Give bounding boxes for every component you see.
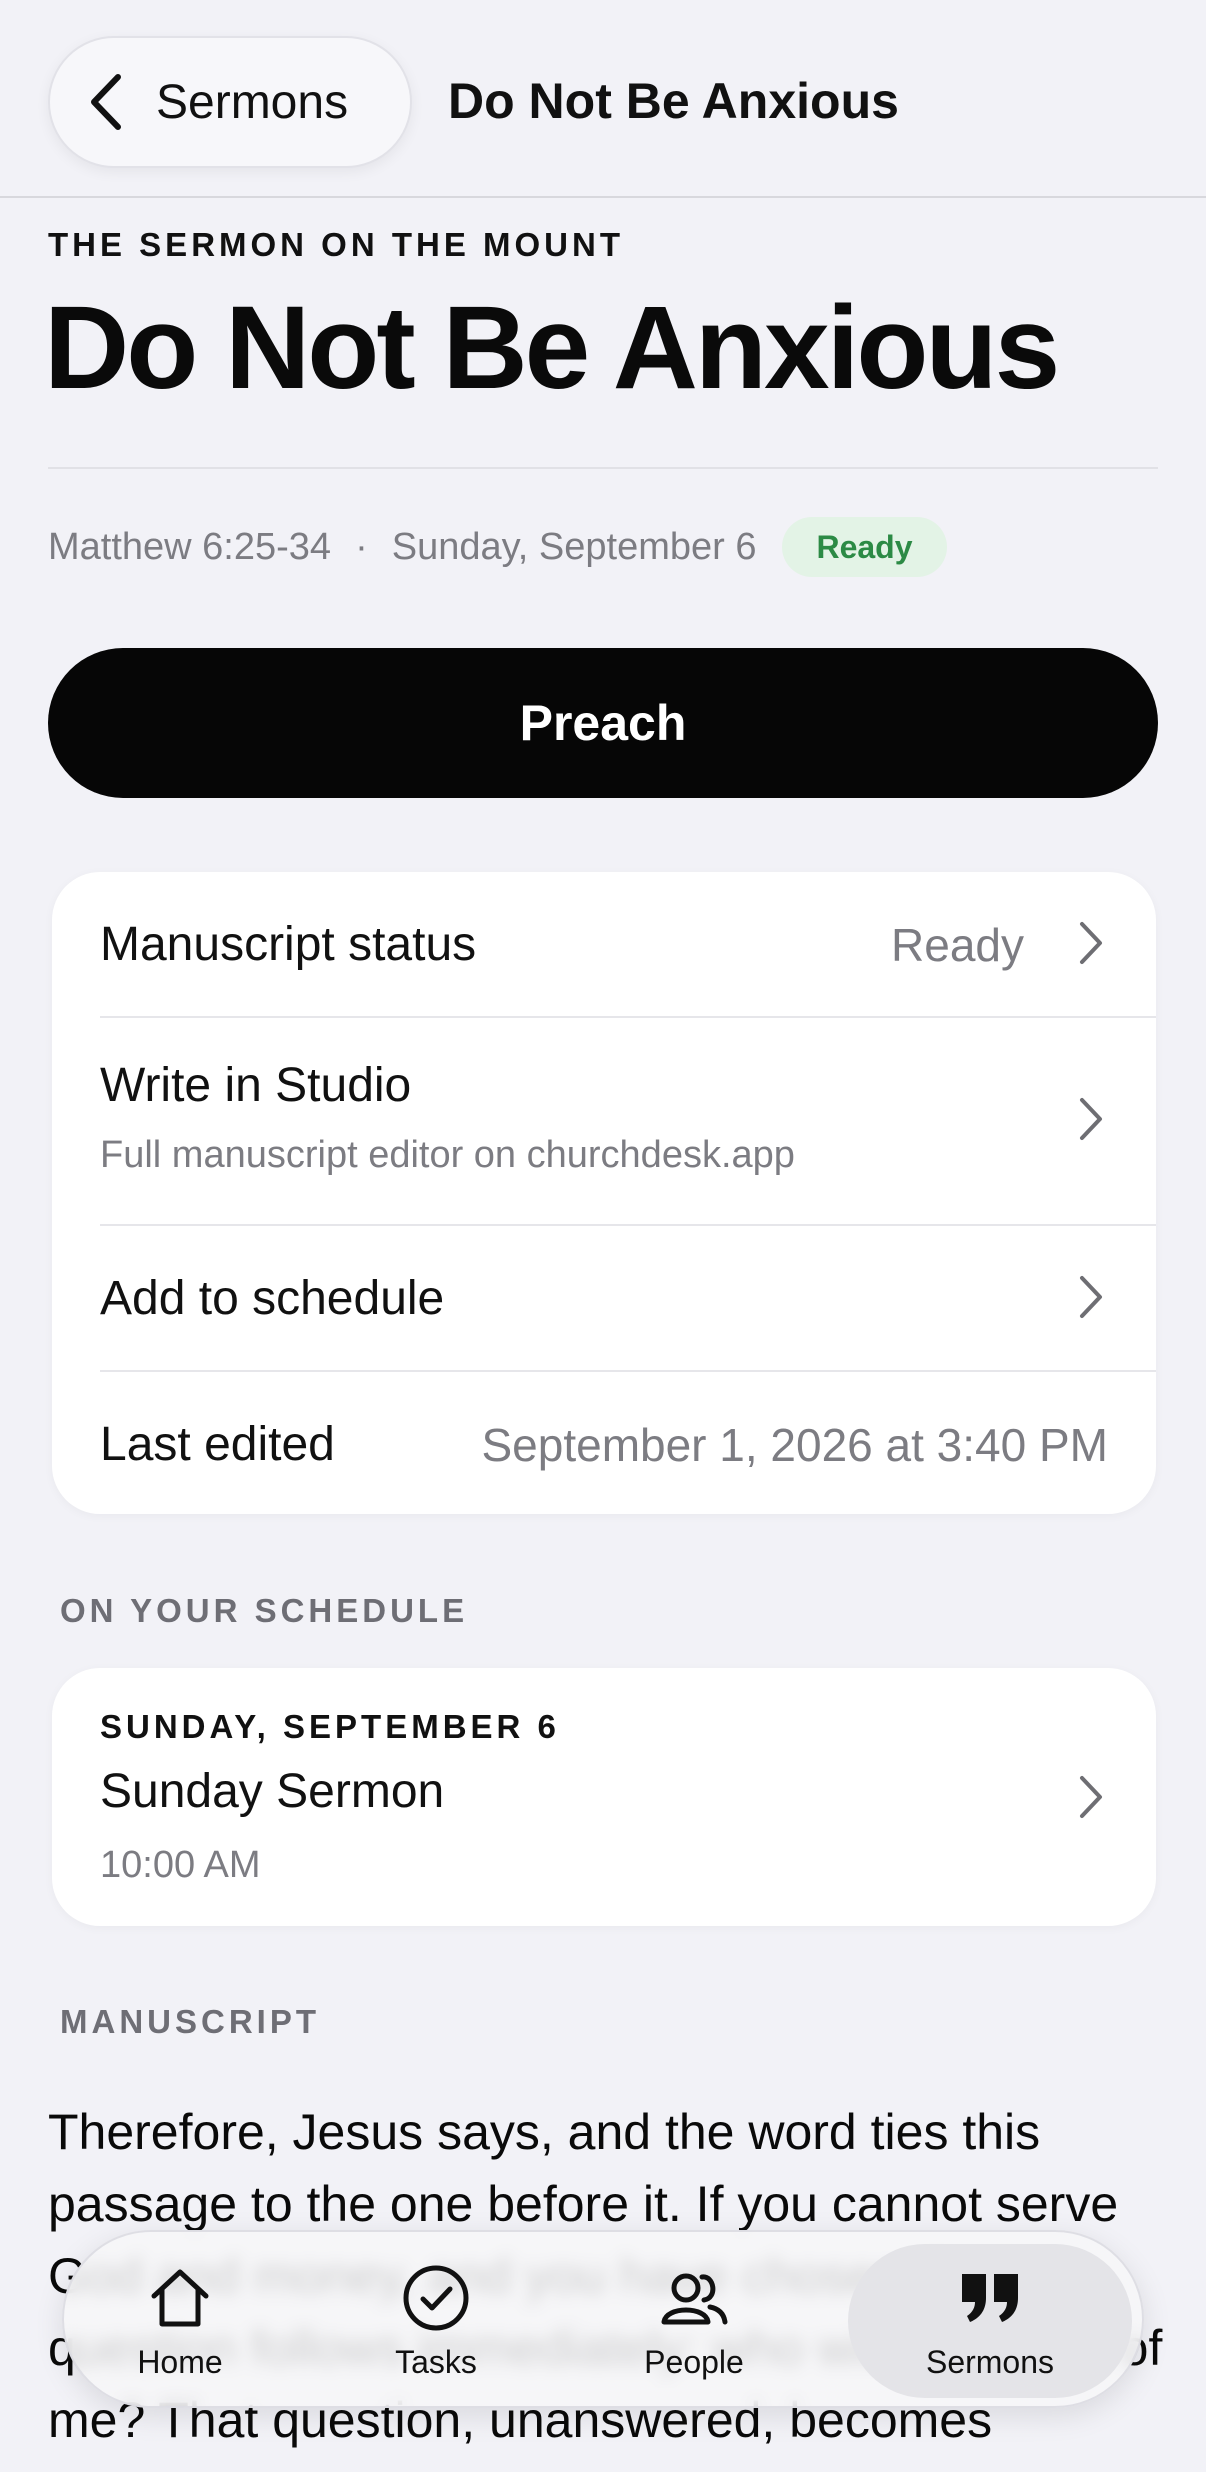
chevron-left-icon [91,74,121,130]
add-to-schedule-label: Add to schedule [100,1272,445,1325]
last-edited-label: Last edited [100,1418,335,1471]
tab-home[interactable]: Home [80,2232,280,2410]
manuscript-status-row[interactable]: Manuscript status Ready [52,872,1156,1014]
write-in-studio-label: Write in Studio [100,1059,412,1112]
schedule-card: SUNDAY, SEPTEMBER 6 Sunday Sermon 10:00 … [52,1668,1156,1926]
chevron-right-icon [1080,1098,1102,1140]
chevron-right-icon [1080,1776,1102,1818]
series-label: THE SERMON ON THE MOUNT [48,226,624,263]
back-button-label: Sermons [156,75,349,129]
schedule-item-title: Sunday Sermon [100,1765,445,1818]
manuscript-status-value: Ready [891,919,1024,971]
back-button[interactable]: Sermons [48,36,412,168]
scripture-reference: Matthew 6:25-34 [48,525,332,568]
last-edited-row: Last edited September 1, 2026 at 3:40 PM [52,1372,1156,1514]
tab-tasks-label: Tasks [395,2343,477,2380]
tab-people[interactable]: People [594,2232,794,2410]
page-title: Do Not Be Anxious [44,282,1060,414]
status-badge: Ready [782,517,947,577]
meta-separator: · [355,525,368,568]
people-icon [661,2273,728,2324]
quote-icon [962,2273,1018,2322]
tab-bar: Home Tasks People Sermons [62,2230,1144,2408]
nav-title: Do Not Be Anxious [448,73,899,129]
write-in-studio-subtitle: Full manuscript editor on churchdesk.app [100,1134,795,1176]
house-icon [151,2269,209,2326]
tab-people-label: People [644,2343,744,2380]
divider [48,467,1158,469]
chevron-right-icon [1080,922,1102,964]
sermon-date: Sunday, September 6 [391,525,757,568]
add-to-schedule-row[interactable]: Add to schedule [52,1226,1156,1368]
tab-sermons-label: Sermons [925,2343,1055,2380]
chevron-right-icon [1080,1276,1102,1318]
details-card: Manuscript status Ready Write in Studio … [52,872,1156,1514]
schedule-item-date: SUNDAY, SEPTEMBER 6 [100,1708,560,1745]
write-in-studio-row[interactable]: Write in Studio Full manuscript editor o… [52,1018,1156,1222]
preach-button[interactable]: Preach [48,648,1158,798]
schedule-section-label: ON YOUR SCHEDULE [60,1592,469,1629]
sermon-meta: Matthew 6:25-34 · Sunday, September 6 Re… [48,516,947,578]
manuscript-status-label: Manuscript status [100,918,477,971]
tab-sermons[interactable]: Sermons [890,2232,1090,2410]
last-edited-value: September 1, 2026 at 3:40 PM [481,1419,1108,1471]
checkmark-circle-icon [403,2265,469,2330]
schedule-item[interactable]: SUNDAY, SEPTEMBER 6 Sunday Sermon 10:00 … [52,1668,1156,1926]
tab-home-label: Home [137,2343,223,2380]
manuscript-section-label: MANUSCRIPT [60,2003,320,2040]
navigation-bar: Sermons Do Not Be Anxious [0,0,1206,198]
schedule-item-time: 10:00 AM [100,1844,261,1886]
tab-tasks[interactable]: Tasks [336,2232,536,2410]
